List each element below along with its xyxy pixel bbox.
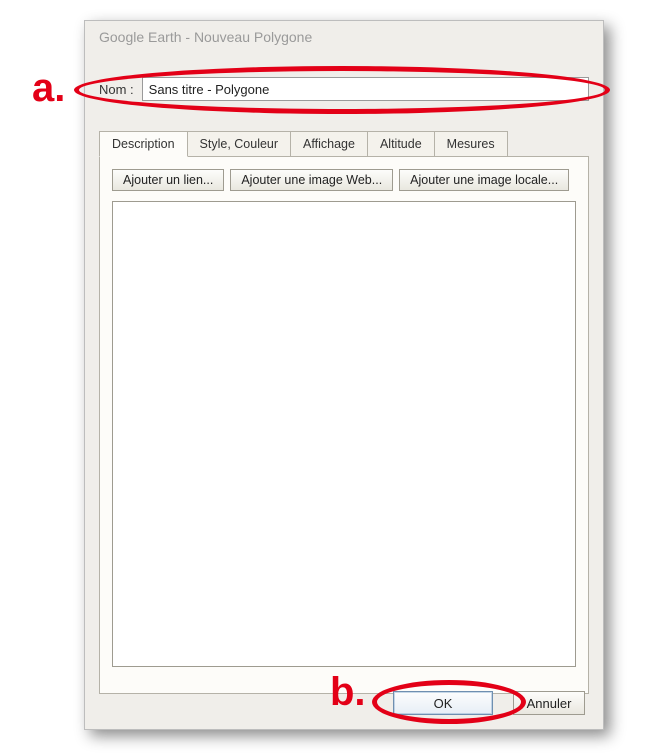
- tabs-container: Description Style, Couleur Affichage Alt…: [99, 131, 589, 694]
- add-local-image-button[interactable]: Ajouter une image locale...: [399, 169, 569, 191]
- tab-altitude[interactable]: Altitude: [367, 131, 435, 156]
- tab-display[interactable]: Affichage: [290, 131, 368, 156]
- name-label: Nom :: [99, 82, 134, 97]
- tab-description[interactable]: Description: [99, 131, 188, 157]
- annotation-label-a: a.: [32, 66, 65, 111]
- add-link-button[interactable]: Ajouter un lien...: [112, 169, 224, 191]
- dialog-window: Google Earth - Nouveau Polygone Nom : De…: [84, 20, 604, 730]
- tab-measures[interactable]: Mesures: [434, 131, 508, 156]
- cancel-button[interactable]: Annuler: [513, 691, 585, 715]
- name-row: Nom :: [85, 55, 603, 109]
- title-bar: Google Earth - Nouveau Polygone: [85, 21, 603, 55]
- ok-button[interactable]: OK: [393, 691, 493, 715]
- name-input[interactable]: [142, 77, 589, 101]
- description-button-row: Ajouter un lien... Ajouter une image Web…: [112, 169, 576, 191]
- add-web-image-button[interactable]: Ajouter une image Web...: [230, 169, 393, 191]
- tab-style-color[interactable]: Style, Couleur: [187, 131, 292, 156]
- description-textarea[interactable]: [112, 201, 576, 667]
- tab-bar: Description Style, Couleur Affichage Alt…: [99, 131, 589, 156]
- window-title: Google Earth - Nouveau Polygone: [99, 29, 312, 45]
- dialog-footer: OK Annuler: [393, 691, 585, 715]
- tab-panel-description: Ajouter un lien... Ajouter une image Web…: [99, 156, 589, 694]
